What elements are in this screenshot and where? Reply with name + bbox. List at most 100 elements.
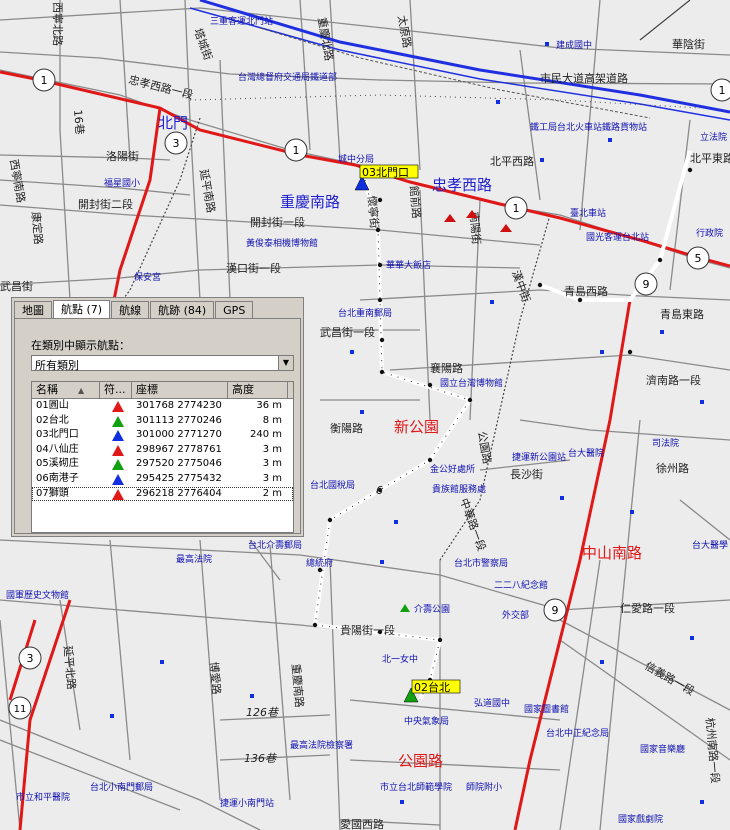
waypoint-altitude: 3 m xyxy=(262,443,282,455)
road-label: 長沙街 xyxy=(510,467,543,481)
road-label: 濟南路一段 xyxy=(646,373,701,387)
tab-gps[interactable]: GPS xyxy=(215,301,254,319)
waypoint-name: 01圓山 xyxy=(36,400,69,411)
poi-label: 北一女中 xyxy=(382,653,418,665)
poi-label: 台北國稅局 xyxy=(310,479,355,491)
road-label: 漢口街一段 xyxy=(226,261,281,275)
road-label: 貴陽街一段 xyxy=(340,623,395,637)
waypoint-coord: 301000 2771270 xyxy=(136,429,222,441)
poi-label: 司法院 xyxy=(652,437,679,449)
table-row[interactable]: 04八仙庄 298967 2778761 3 m xyxy=(32,443,293,458)
poi-label: 國立台灣博物館 xyxy=(440,377,503,389)
table-row[interactable]: 01圓山 301768 2774230 36 m xyxy=(32,399,293,414)
poi-label: 捷運新公園站 xyxy=(512,451,566,463)
road-label: 市民大道高架道路 xyxy=(540,71,628,85)
waypoint-altitude: 3 m xyxy=(262,458,282,470)
poi-label: 最高法院 xyxy=(176,553,212,565)
table-row[interactable]: 07獅頭 296218 2776404 2 m xyxy=(32,486,293,502)
triangle-icon xyxy=(112,473,124,485)
poi-label: 台北介壽郵局 xyxy=(248,539,302,551)
triangle-icon xyxy=(112,415,124,427)
triangle-icon xyxy=(112,459,124,471)
column-header-alt[interactable]: 高度 xyxy=(228,382,288,398)
tab-waypoints[interactable]: 航點 (7) xyxy=(53,300,111,319)
table-row[interactable]: 03北門口 301000 2771270 240 m xyxy=(32,428,293,443)
poi-label: 台北中正紀念局 xyxy=(546,727,609,739)
district-label: 新公園 xyxy=(394,418,439,436)
panel-tabs: 地圖 航點 (7) 航線 航跡 (84) GPS xyxy=(14,300,254,319)
road-label: 華陰街 xyxy=(672,37,705,51)
poi-label: 黃俊泰相機博物館 xyxy=(246,237,318,249)
svg-text:5: 5 xyxy=(695,252,702,265)
poi-label: 建成國中 xyxy=(556,39,592,51)
waypoint-symbol xyxy=(100,472,132,487)
table-row[interactable]: 05溪砌庄 297520 2775046 3 m xyxy=(32,457,293,472)
table-rows: 01圓山 301768 2774230 36 m 02台北 301113 2770246… xyxy=(32,399,293,502)
waypoint-name: 07獅頭 xyxy=(36,487,69,499)
waypoint-altitude: 3 m xyxy=(262,472,282,484)
tab-routes[interactable]: 航線 xyxy=(111,301,150,319)
category-label: 在類別中顯示航點： xyxy=(31,339,130,352)
poi-label: 鐵工局台北火車站鐵路貨物站 xyxy=(530,121,647,133)
road-label: 愛國西路 xyxy=(340,818,384,830)
route-shield: 9 xyxy=(634,272,658,296)
district-label: 公園路 xyxy=(398,752,443,770)
road-label: 北平西路 xyxy=(490,155,534,168)
road-label: 136巷 xyxy=(244,752,277,765)
route-shield: 3 xyxy=(18,646,42,670)
chevron-down-icon[interactable]: ▼ xyxy=(278,356,293,370)
category-select[interactable]: 所有類別 ▼ xyxy=(31,355,294,372)
poi-label: 台北市警察局 xyxy=(454,557,508,569)
waypoint-label: 03北門口 xyxy=(362,166,409,179)
waypoint-altitude: 8 m xyxy=(262,414,282,426)
poi-label: 總統府 xyxy=(306,557,333,569)
table-header: 名稱 ▲ 符... 座標 高度 xyxy=(32,382,293,399)
poi-label: 台北重南郵局 xyxy=(338,307,392,319)
triangle-icon xyxy=(112,488,124,500)
poi-label: 貴族館服務處 xyxy=(432,483,486,495)
road-label: 館前路 xyxy=(407,185,424,219)
column-header-name[interactable]: 名稱 ▲ xyxy=(32,382,100,398)
road-label: 襄陽路 xyxy=(430,361,463,375)
route-shield: 1 xyxy=(504,196,528,220)
waypoint-coord: 295425 2775432 xyxy=(136,472,222,484)
waypoint-symbol xyxy=(100,443,132,458)
tab-tracks[interactable]: 航跡 (84) xyxy=(150,301,215,319)
table-row[interactable]: 02台北 301113 2770246 8 m xyxy=(32,414,293,429)
table-row[interactable]: 06南港子 295425 2775432 3 m xyxy=(32,472,293,487)
poi-label: 臺北車站 xyxy=(570,207,606,219)
waypoint-name: 04八仙庄 xyxy=(36,443,79,455)
column-header-symbol[interactable]: 符... xyxy=(100,382,132,398)
poi-label: 弘道國中 xyxy=(474,697,510,709)
waypoint-altitude: 240 m xyxy=(249,429,282,441)
triangle-icon xyxy=(112,444,124,456)
svg-text:1: 1 xyxy=(293,144,300,157)
column-header-coord[interactable]: 座標 xyxy=(132,382,228,398)
poi-label: 市立和平醫院 xyxy=(16,791,70,803)
road-label: 洛陽街 xyxy=(106,149,139,163)
sort-asc-icon: ▲ xyxy=(78,386,85,395)
road-label: 青島東路 xyxy=(660,307,704,321)
district-label: 中山南路 xyxy=(582,544,642,562)
map-viewport[interactable]: 1 1 1 1 3 3 5 9 9 11 忠孝西路一段 重慶北路 太原路 西寧北… xyxy=(0,0,730,830)
tab-map[interactable]: 地圖 xyxy=(14,301,52,319)
road-label: 武昌街一段 xyxy=(320,325,375,339)
poi-label: 金公好處所 xyxy=(430,463,475,475)
svg-text:3: 3 xyxy=(173,137,180,150)
poi-label: 台北小南門郵局 xyxy=(90,781,153,793)
svg-text:9: 9 xyxy=(643,278,650,291)
poi-label: 台大醫院 xyxy=(568,447,604,459)
route-shield: 1 xyxy=(32,68,56,92)
route-shield: 1 xyxy=(710,78,730,102)
road-label: 西寧北路 xyxy=(51,2,65,46)
poi-label: 最高法院檢察署 xyxy=(290,739,353,751)
poi-label: 立法院 xyxy=(700,131,727,143)
poi-label: 國光客運台北站 xyxy=(586,231,649,243)
triangle-icon xyxy=(112,401,124,412)
poi-label: 保安宮 xyxy=(134,271,161,283)
waypoint-symbol xyxy=(100,428,132,443)
route-shield: 1 xyxy=(284,138,308,162)
waypoint-name: 02台北 xyxy=(36,414,69,426)
poi-label: 捷運小南門站 xyxy=(220,797,274,809)
waypoint-table[interactable]: 名稱 ▲ 符... 座標 高度 01圓山 301768 2774230 36 m 02台… xyxy=(31,381,294,533)
